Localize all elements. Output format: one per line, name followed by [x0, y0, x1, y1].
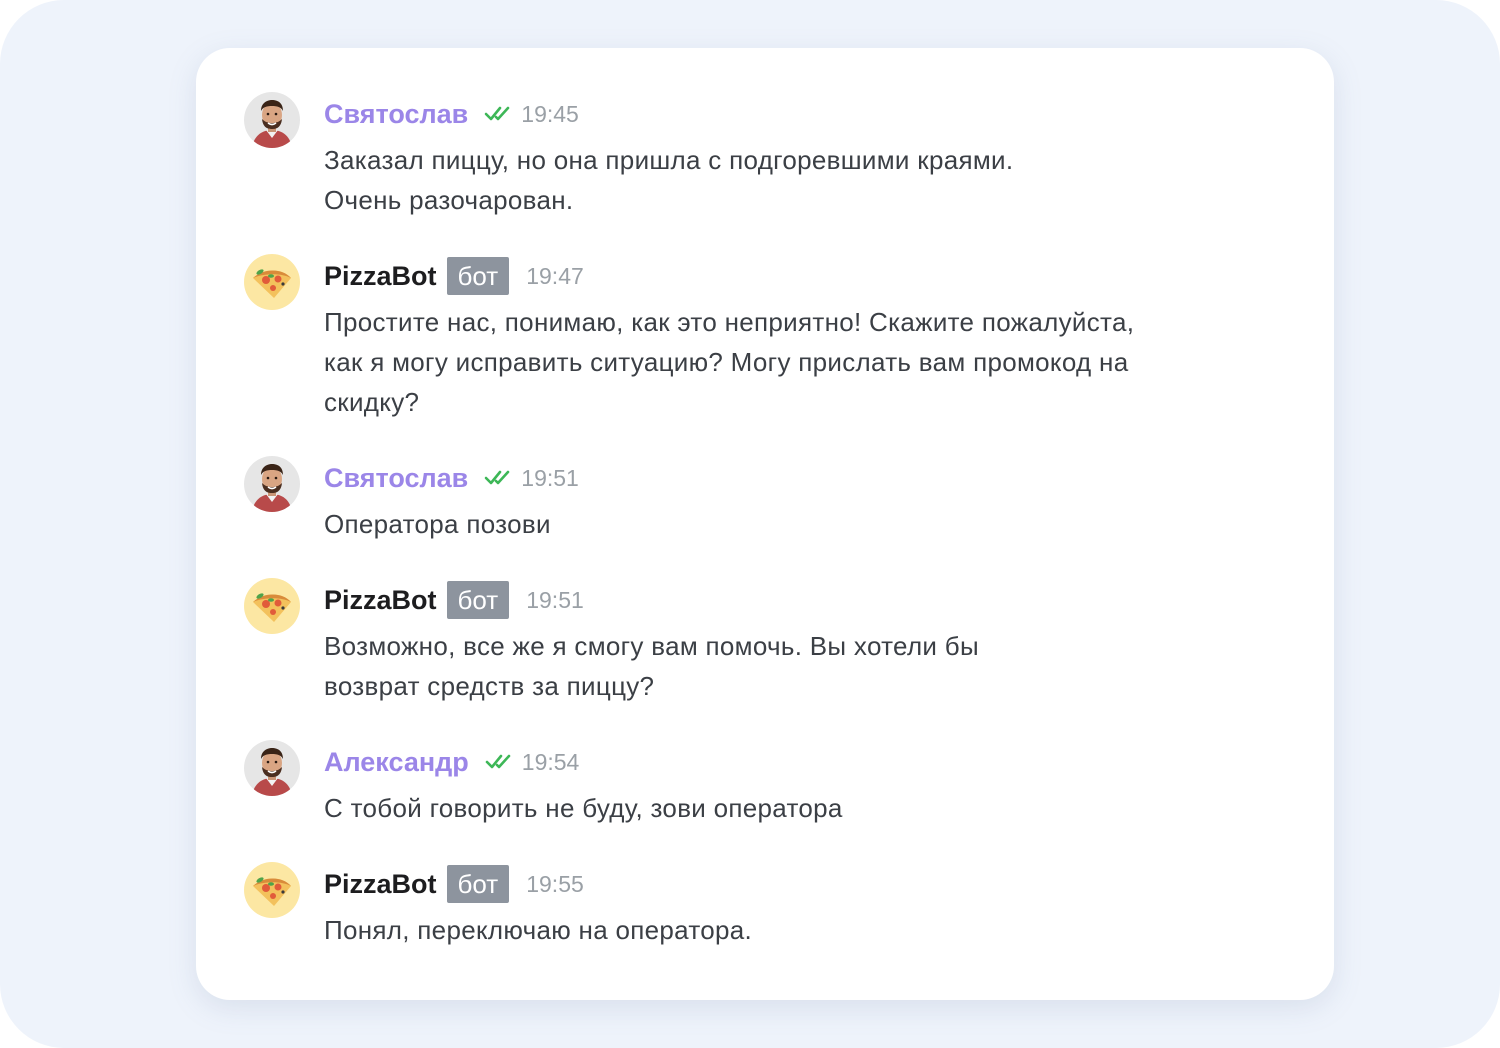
message-line: Заказал пиццу, но она пришла с подгоревш… — [324, 145, 1014, 175]
message-time: 19:55 — [526, 871, 584, 897]
author-name[interactable]: PizzaBot — [324, 254, 437, 298]
message-text: Заказал пиццу, но она пришла с подгоревш… — [324, 140, 1013, 220]
pizza-icon[interactable] — [244, 578, 300, 634]
message-line: Оператора позови — [324, 509, 551, 539]
message-time: 19:51 — [526, 587, 584, 613]
message-line: Простите нас, понимаю, как это неприятно… — [324, 307, 1135, 337]
man-avatar-icon[interactable] — [244, 92, 300, 148]
message-line: Понял, переключаю на оператора. — [324, 915, 753, 945]
man-avatar-icon[interactable] — [244, 740, 300, 796]
message-text: Понял, переключаю на оператора. — [324, 910, 752, 950]
double-check-icon — [484, 468, 514, 488]
author-name[interactable]: PizzaBot — [324, 578, 437, 622]
message-header: PizzaBot бот 19:51 — [324, 578, 584, 622]
author-name[interactable]: PizzaBot — [324, 862, 437, 906]
message-time: 19:54 — [521, 749, 580, 775]
message-text: Оператора позови — [324, 504, 551, 544]
message-header: PizzaBot бот 19:47 — [324, 254, 584, 298]
double-check-icon — [485, 752, 515, 772]
pizza-icon[interactable] — [244, 862, 300, 918]
bot-badge: бот — [446, 865, 510, 903]
message-line: как я могу исправить ситуацию? Могу прис… — [324, 347, 1129, 377]
bot-badge: бот — [446, 581, 510, 619]
pizza-icon[interactable] — [244, 254, 300, 310]
message-time: 19:51 — [521, 465, 579, 491]
message-text: Возможно, все же я смогу вам помочь. Вы … — [324, 626, 979, 706]
man-avatar-icon[interactable] — [244, 456, 300, 512]
author-name[interactable]: Святослав — [324, 92, 468, 136]
message-line: скидку? — [324, 387, 420, 417]
message-text: С тобой говорить не буду, зови оператора — [324, 788, 843, 828]
author-name[interactable]: Александр — [324, 740, 469, 784]
message-header: Святослав 19:51 — [324, 456, 579, 500]
message-line: Возможно, все же я смогу вам помочь. Вы … — [324, 631, 979, 661]
message-header: PizzaBot бот 19:55 — [324, 862, 584, 906]
message-header: Святослав 19:45 — [324, 92, 579, 136]
double-check-icon — [484, 104, 514, 124]
message-time: 19:47 — [526, 263, 584, 289]
message-line: возврат средств за пиццу? — [324, 671, 655, 701]
author-name[interactable]: Святослав — [324, 456, 468, 500]
message-header: Александр 19:54 — [324, 740, 579, 784]
message-text: Простите нас, понимаю, как это неприятно… — [324, 302, 1134, 422]
message-line: Очень разочарован. — [324, 185, 574, 215]
message-time: 19:45 — [521, 101, 579, 127]
message-line: С тобой говорить не буду, зови оператора — [324, 793, 843, 823]
chat-panel: Святослав 19:45 Заказал пиццу, но она пр… — [196, 48, 1334, 1000]
bot-badge: бот — [446, 257, 510, 295]
